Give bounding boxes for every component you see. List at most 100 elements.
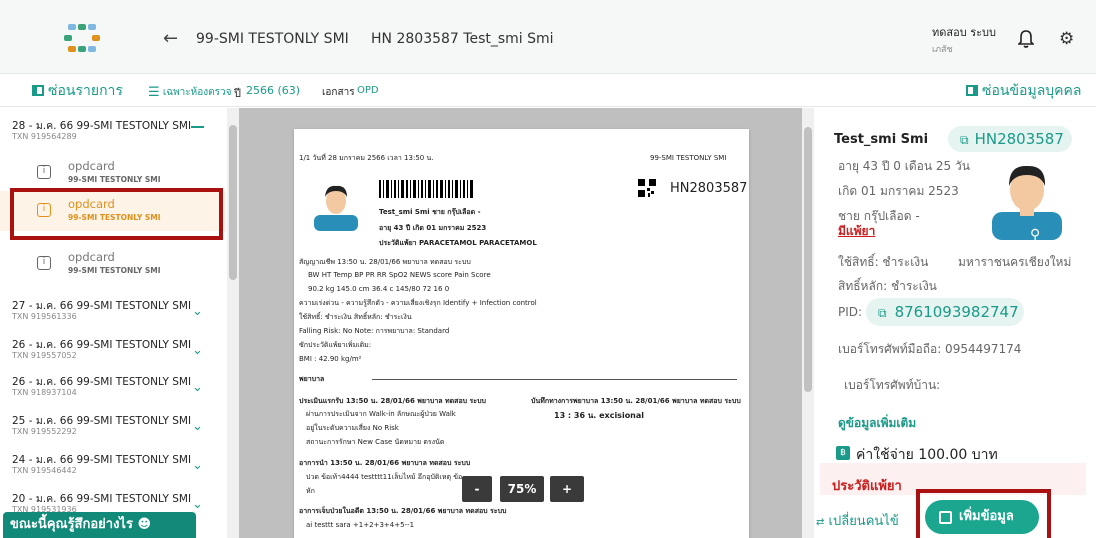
person-swap-icon: ⇄ [816,517,825,528]
filter-button[interactable]: ☰ เฉพาะห้องตรวจ [148,85,231,100]
patient-hn: HN2803587 [974,130,1064,148]
zoom-out-button[interactable]: - [462,476,492,502]
doc-age-line: อายุ 43 ปี เกิด 01 มกราคม 2523 [379,224,487,232]
visit-txn: TXN 919561336 [12,312,77,321]
zoom-level: 75% [500,476,544,502]
allergy-link[interactable]: มีแพ้ยา [838,222,875,241]
scrollbar-thumb[interactable] [804,127,812,392]
copy-pid-button[interactable]: ⧉ 8761093982747 [866,298,1024,326]
panel-toggle-icon [966,85,978,96]
gear-icon[interactable]: ⚙ [1059,29,1074,49]
patient-pid: 8761093982747 [894,303,1019,321]
document-item[interactable]: i opdcard 99-SMI TESTONLY SMI [0,244,226,284]
hide-personal-button[interactable]: ซ่อนข้อมูลบุคคล [966,80,1081,102]
document-clinic: 99-SMI TESTONLY SMI [68,175,161,184]
document-item[interactable]: i opdcard 99-SMI TESTONLY SMI [0,153,226,193]
sidebar-toggle-icon [32,85,44,96]
patient-photo-icon [314,185,358,231]
patient-home-phone: เบอร์โทรศัพท์บ้าน: [844,378,941,392]
doc-name-line: Test_smi Smi ชาย กรุ๊ปเลือด - [379,208,481,216]
doc-history-line: ai testtt sara +1+2+3+4+5--1 [306,521,415,529]
chevron-down-icon[interactable]: ⌄ [192,380,203,395]
doc-assessment-header: ประเมินแรกรับ 13:50 น. 28/01/66 พยาบาล ท… [299,397,486,405]
patient-hospital: มหาราชนครเชียงใหม่ [958,255,1072,269]
more-info-link[interactable]: ดูข้อมูลเพิ่มเติม [838,414,916,433]
feedback-chat-button[interactable]: ขณะนี้คุณรู้สึกอย่างไร ☻ [3,512,196,538]
patient-right: ใช้สิทธิ์: ชำระเงิน [838,255,929,269]
chat-label: ขณะนี้คุณรู้สึกอย่างไร [10,517,133,532]
visit-txn: TXN 919546442 [12,466,77,475]
document-icon: i [37,256,51,270]
zoom-photo-icon[interactable]: ⚲ [1030,227,1040,243]
pid-label: PID: [838,305,863,319]
highlight-box [916,489,1051,538]
visit-item[interactable]: 26 - ม.ค. 66 99-SMI TESTONLY SMI TXN 9189… [12,376,212,397]
patient-mobile: เบอร์โทรศัพท์มือถือ: 0954497174 [838,342,1022,356]
change-patient-button[interactable]: ⇄ เปลี่ยนคนไข้ [816,510,899,531]
year-select[interactable]: 2566 (63) [246,84,300,97]
back-arrow-icon[interactable]: ← [163,28,178,49]
zoom-in-button[interactable]: + [550,476,584,502]
year-label: ปี [234,87,241,100]
app-logo [64,24,100,54]
patient-main-right: สิทธิ์หลัก: ชำระเงิน [838,279,937,293]
visit-item[interactable]: 27 - ม.ค. 66 99-SMI TESTONLY SMI TXN 9195… [12,300,212,321]
doc-assessment-line: สถานะการรักษา New Case นัดหมาย ตรงนัด [306,438,445,446]
chevron-down-icon[interactable]: ⌄ [192,458,203,473]
document-viewer: 1/1 วันที่ 28 มกราคม 2566 เวลา 13:50 น. … [239,108,802,538]
document-icon: i [37,165,51,179]
copy-hn-button[interactable]: ⧉ HN2803587 [948,126,1072,152]
collapse-icon[interactable] [191,126,204,128]
visit-title: 27 - ม.ค. 66 99-SMI TESTONLY SMI [12,300,192,312]
scrollbar-thumb[interactable] [229,125,237,280]
visit-title: 28 - ม.ค. 66 99-SMI TESTONLY SMI [12,120,192,132]
smile-icon: ☻ [137,517,152,532]
visit-title: 26 - ม.ค. 66 99-SMI TESTONLY SMI [12,339,192,351]
doc-vitals-columns: BW HT Temp BP PR RR SpO2 NEWS score Pain… [308,271,491,279]
doc-nursing-note-header: บันทึกทางการพยาบาล 13:50 น. 28/01/66 พยา… [531,397,741,405]
doc-hn: HN2803587 [670,181,748,196]
doc-type-select[interactable]: OPD [357,85,379,96]
chevron-down-icon[interactable]: ⌄ [192,343,203,358]
visit-txn: TXN 919564289 [12,132,77,141]
doc-chief-complaint: ปวด ข้อเท้า4444 testttt11เล็บไหม้ อึกอุบ… [306,473,463,481]
visit-item[interactable]: 26 - ม.ค. 66 99-SMI TESTONLY SMI TXN 9195… [12,339,212,360]
doc-rights: ใช้สิทธิ์: ชำระเงิน สิทธิ์หลัก: ชำระเงิน [299,313,412,321]
doc-nurse-section: พยาบาล [299,375,325,383]
visit-list: 28 - ม.ค. 66 99-SMI TESTONLY SMI TXN 919… [0,108,226,538]
document-clinic: 99-SMI TESTONLY SMI [68,266,161,275]
hide-personal-label: ซ่อนข้อมูลบุคคล [982,83,1082,99]
chevron-down-icon[interactable]: ⌄ [192,419,203,434]
doc-allergy-line: ประวัติแพ้ยา PARACETAMOL PARACETAMOL [379,239,537,247]
divider [372,379,737,380]
copy-icon: ⧉ [960,133,969,147]
hide-list-button[interactable]: ซ่อนรายการ [32,80,123,102]
chevron-down-icon[interactable]: ⌄ [192,304,203,319]
visit-item[interactable]: 28 - ม.ค. 66 99-SMI TESTONLY SMI TXN 919… [12,120,212,141]
visit-title: 20 - ม.ค. 66 99-SMI TESTONLY SMI [12,493,192,505]
visit-txn: TXN 918937104 [12,388,77,397]
visit-item[interactable]: 25 - ม.ค. 66 99-SMI TESTONLY SMI TXN 9195… [12,415,212,436]
change-patient-label: เปลี่ยนคนไข้ [828,514,899,529]
doc-fall-risk: Falling Risk: No Note: การพยาบาล: Standa… [299,327,450,335]
visit-item[interactable]: 20 - ม.ค. 66 99-SMI TESTONLY SMI TXN 9195… [12,493,212,514]
doc-more-allergy: ซักประวัติแพ้ยาเพิ่มเติม: [299,341,372,349]
filter-label: เฉพาะห้องตรวจ [162,87,232,98]
visit-title: 26 - ม.ค. 66 99-SMI TESTONLY SMI [12,376,192,388]
doc-label: เอกสาร [322,87,355,98]
document-name: opdcard [68,250,115,264]
user-name: ทดสอบ ระบบ [932,26,996,39]
visit-txn: TXN 919552292 [12,427,77,436]
document-name: opdcard [68,159,115,173]
visit-title: 25 - ม.ค. 66 99-SMI TESTONLY SMI [12,415,192,427]
bell-icon[interactable] [1018,30,1034,48]
doc-nursing-note: 13 : 36 น. excisional [554,411,645,420]
doc-clinic: 99-SMI TESTONLY SMI [650,154,727,162]
chevron-down-icon[interactable]: ⌄ [192,497,203,512]
cost-icon: ฿ [836,446,850,460]
visit-item[interactable]: 24 - ม.ค. 66 99-SMI TESTONLY SMI TXN 9195… [12,454,212,475]
doc-history-header: อาการเจ็บป่วยในอดีต 13:50 น. 28/01/66 พย… [299,507,507,515]
doc-vitals-values: 90.2 kg 145.0 cm 36.4 c 145/80 72 16 0 [308,285,450,293]
patient-avatar [992,165,1062,240]
doc-bmi: BMI : 42.90 kg/m² [299,355,362,363]
